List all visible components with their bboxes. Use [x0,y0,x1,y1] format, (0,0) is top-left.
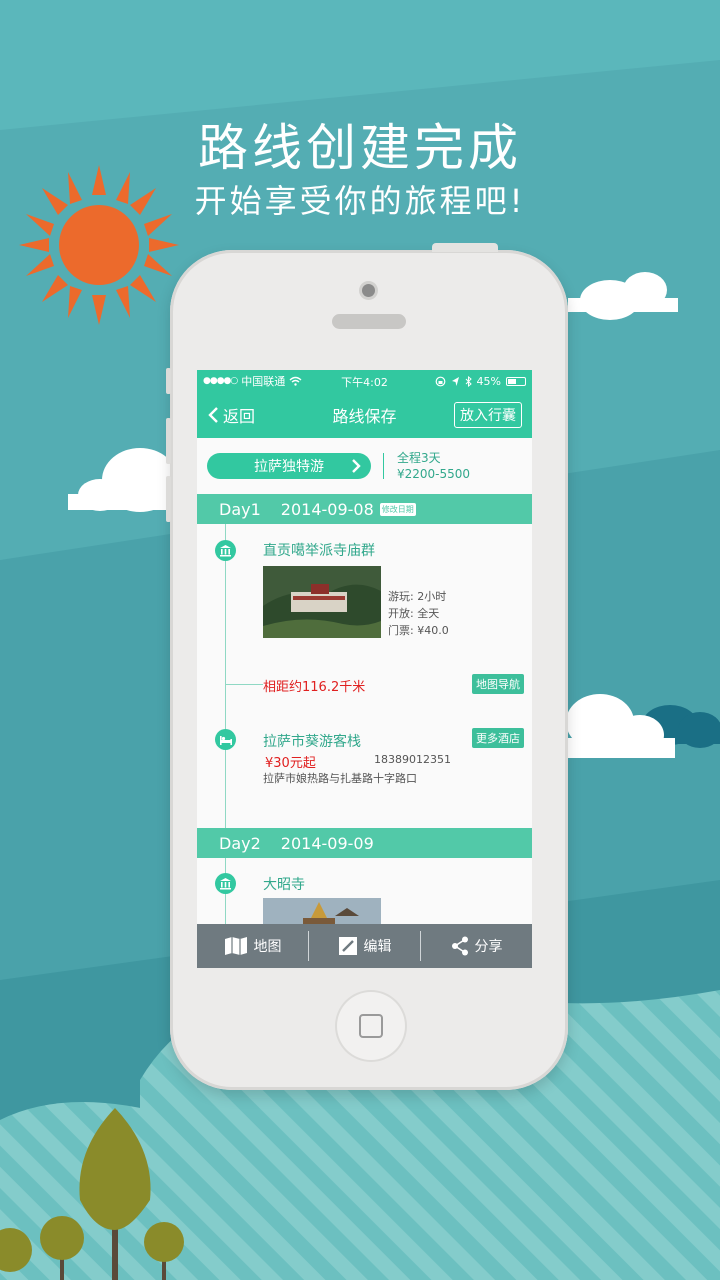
poi-play-time: 游玩: 2小时 [388,590,447,603]
bottom-toolbar: 地图 编辑 分享 [197,924,532,968]
add-to-bag-button[interactable]: 放入行囊 [454,402,522,428]
hotel-price: ¥30元起 [265,756,316,771]
edit-icon [338,937,357,955]
hotel-address: 拉萨市娘热路与扎基路十字路口 [263,772,417,785]
poi-photo[interactable] [263,566,381,638]
edit-button[interactable]: 编辑 [309,936,420,956]
day-date: 2014-09-08 [280,499,374,519]
divider [383,453,384,479]
poi-open-time: 开放: 全天 [388,607,440,620]
temple-icon [215,873,236,894]
battery-icon [506,376,526,386]
earpiece-speaker [332,314,406,329]
map-icon [224,937,247,955]
hotel-title[interactable]: 拉萨市葵游客栈 [263,731,361,751]
day-timeline: 直贡噶举派寺庙群 游玩: 2小时 开放: 全天 门票: ¥40.0 相距约116… [197,524,532,828]
status-bar: ●●●●○ 中国联通 下午4:02 45% [197,370,532,392]
route-duration: 全程3天 [397,451,441,465]
back-label: 返回 [223,407,256,426]
share-icon [451,936,468,956]
volume-down-button [166,476,171,522]
route-name-button[interactable]: 拉萨独特游 [207,453,371,479]
poi-ticket: 门票: ¥40.0 [388,624,449,637]
front-camera [362,284,375,297]
distance-connector [225,684,263,685]
headline-title: 路线创建完成 [198,119,522,177]
app-screen: ●●●●○ 中国联通 下午4:02 45% 返回 路线保存 放入行囊 拉萨独特游… [197,370,532,968]
timeline-line [225,524,226,828]
bed-icon [215,729,236,750]
map-navigation-button[interactable]: 地图导航 [472,674,524,694]
mute-switch [166,368,171,394]
chevron-left-icon [208,407,218,423]
day-header: Day2 2014-09-09 [197,828,532,858]
more-hotels-button[interactable]: 更多酒店 [472,728,524,748]
home-square-icon [359,1014,383,1038]
edit-date-button[interactable]: 修改日期 [379,502,416,516]
clock: 下午4:02 [341,376,388,389]
day-date: 2014-09-09 [280,833,374,853]
power-button [432,243,498,252]
share-button[interactable]: 分享 [421,936,532,956]
edit-label: 编辑 [363,939,392,955]
nav-bar: 返回 路线保存 放入行囊 [197,392,532,438]
back-button[interactable]: 返回 [207,403,255,427]
route-summary: 拉萨独特游 全程3天 ¥2200-5500 [197,438,532,494]
temple-icon [215,540,236,561]
map-label: 地图 [253,939,282,955]
distance-text: 相距约116.2千米 [263,680,366,695]
headline-subtitle: 开始享受你的旅程吧! [194,182,526,220]
day-label: Day1 [219,499,261,519]
day-header: Day1 2014-09-08 修改日期 [197,494,532,524]
home-button[interactable] [337,992,405,1060]
map-button[interactable]: 地图 [197,936,308,956]
route-name: 拉萨独特游 [254,459,324,475]
chevron-right-icon [352,459,361,473]
hotel-phone[interactable]: 18389012351 [374,753,451,766]
route-budget: ¥2200-5500 [397,467,471,481]
poi-title[interactable]: 直贡噶举派寺庙群 [263,540,375,560]
day-label: Day2 [219,833,261,853]
share-label: 分享 [474,939,503,955]
poi-title[interactable]: 大昭寺 [263,874,305,894]
phone-frame: ●●●●○ 中国联通 下午4:02 45% 返回 路线保存 放入行囊 拉萨独特游… [166,243,568,1090]
volume-up-button [166,418,171,464]
